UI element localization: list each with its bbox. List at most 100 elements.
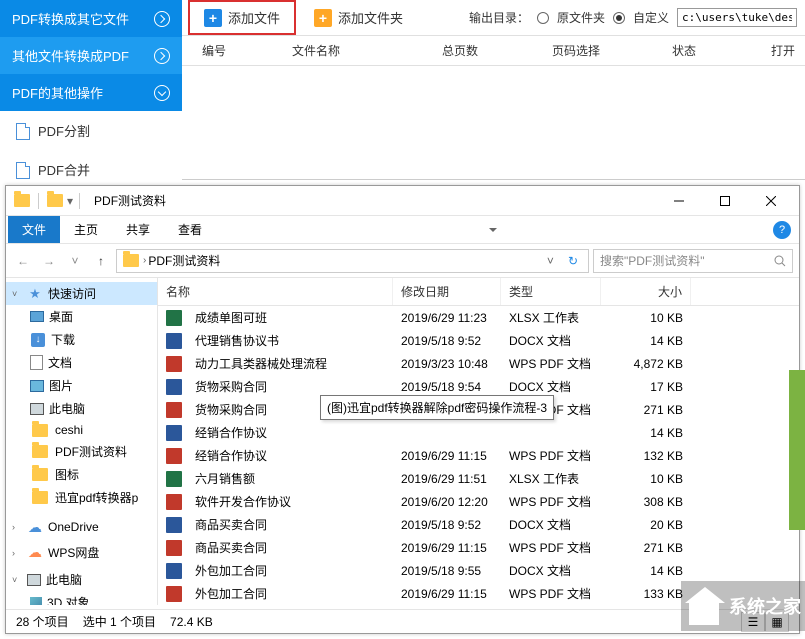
file-row[interactable]: 经销合作协议2019/6/29 11:15WPS PDF 文档132 KB bbox=[158, 444, 799, 467]
file-date: 2019/6/29 11:15 bbox=[393, 540, 501, 556]
tab-view[interactable]: 查看 bbox=[164, 216, 216, 243]
chevron-right-icon[interactable]: › bbox=[143, 255, 146, 266]
file-row[interactable]: 成绩单图可班2019/6/29 11:23XLSX 工作表10 KB bbox=[158, 306, 799, 329]
overflow-icon[interactable]: ▾ bbox=[67, 194, 73, 208]
ribbon-expand-icon[interactable] bbox=[489, 228, 497, 232]
close-button[interactable] bbox=[749, 187, 793, 215]
file-row[interactable]: 外包加工合同2019/5/18 9:55DOCX 文档14 KB bbox=[158, 559, 799, 582]
breadcrumb-bar[interactable]: › PDF测试资料 ˅ ↻ bbox=[116, 249, 589, 273]
maximize-button[interactable] bbox=[703, 187, 747, 215]
file-type: XLSX 工作表 bbox=[501, 469, 601, 488]
tree-icons[interactable]: 图标 bbox=[6, 463, 157, 486]
sub-pdf-split[interactable]: PDF分割 bbox=[0, 111, 182, 150]
tree-label: 下载 bbox=[51, 331, 75, 348]
file-name: 商品买卖合同 bbox=[187, 538, 275, 557]
pictures-icon bbox=[30, 380, 44, 392]
sub-pdf-merge[interactable]: PDF合并 bbox=[0, 150, 182, 189]
output-path-input[interactable] bbox=[677, 8, 797, 27]
header-pages: 总页数 bbox=[442, 42, 552, 59]
tree-3d-objects[interactable]: 3D 对象 bbox=[6, 591, 157, 605]
tab-file[interactable]: 文件 bbox=[8, 216, 60, 243]
separator bbox=[38, 193, 39, 209]
tree-wps[interactable]: ›WPS网盘 bbox=[6, 541, 157, 564]
tree-xunyi[interactable]: 迅宜pdf转换器p bbox=[6, 486, 157, 509]
file-date: 2019/5/18 9:52 bbox=[393, 333, 501, 349]
add-folder-button[interactable]: + 添加文件夹 bbox=[300, 2, 417, 33]
tree-onedrive[interactable]: ›OneDrive bbox=[6, 517, 157, 537]
folder-icon bbox=[32, 424, 48, 437]
file-name: 货物采购合同 bbox=[187, 377, 275, 396]
file-row[interactable]: 商品买卖合同2019/6/29 11:15WPS PDF 文档271 KB bbox=[158, 536, 799, 559]
expand-icon[interactable]: › bbox=[12, 548, 22, 558]
nav-other-to-pdf[interactable]: 其他文件转换成PDF bbox=[0, 37, 182, 74]
file-row[interactable]: 软件开发合作协议2019/6/20 12:20WPS PDF 文档308 KB bbox=[158, 490, 799, 513]
tab-share[interactable]: 共享 bbox=[112, 216, 164, 243]
breadcrumb-segment[interactable]: PDF测试资料 bbox=[148, 252, 220, 269]
refresh-button[interactable]: ↻ bbox=[562, 254, 584, 268]
expand-icon[interactable]: ˅ bbox=[12, 575, 22, 585]
file-name: 外包加工合同 bbox=[187, 584, 275, 603]
header-date[interactable]: 修改日期 bbox=[393, 278, 501, 305]
tree-label: 图标 bbox=[55, 466, 79, 483]
tree-ceshi[interactable]: ceshi bbox=[6, 420, 157, 440]
file-name: 经销合作协议 bbox=[187, 423, 275, 442]
dropdown-icon[interactable]: ˅ bbox=[541, 254, 560, 268]
file-date: 2019/6/29 11:15 bbox=[393, 448, 501, 464]
tree-this-pc-root[interactable]: ˅ 此电脑 bbox=[6, 568, 157, 591]
tree-quick-access[interactable]: ˅ 快速访问 bbox=[6, 282, 157, 305]
expand-icon[interactable]: ˅ bbox=[12, 289, 22, 299]
nav-recent-dropdown[interactable]: ˅ bbox=[64, 250, 86, 272]
star-icon bbox=[27, 287, 43, 301]
tree-label: 此电脑 bbox=[46, 571, 82, 588]
window-title: PDF测试资料 bbox=[94, 192, 166, 209]
file-date bbox=[393, 432, 501, 434]
nav-forward-button[interactable]: → bbox=[38, 250, 60, 272]
add-file-button[interactable]: + 添加文件 bbox=[188, 0, 296, 35]
expand-icon[interactable]: › bbox=[12, 522, 22, 532]
header-index: 编号 bbox=[182, 42, 292, 59]
file-row[interactable]: 代理销售协议书2019/5/18 9:52DOCX 文档14 KB bbox=[158, 329, 799, 352]
explorer-titlebar[interactable]: ▾ PDF测试资料 bbox=[6, 186, 799, 216]
chevron-right-icon bbox=[154, 48, 170, 64]
nav-label: PDF转换成其它文件 bbox=[12, 9, 129, 28]
file-row[interactable]: 经销合作协议14 KB bbox=[158, 421, 799, 444]
file-type-icon bbox=[166, 379, 182, 395]
radio-original-folder[interactable] bbox=[537, 12, 549, 24]
file-size: 308 KB bbox=[601, 494, 691, 510]
file-size: 271 KB bbox=[601, 402, 691, 418]
file-row[interactable]: 六月销售额2019/6/29 11:51XLSX 工作表10 KB bbox=[158, 467, 799, 490]
search-input[interactable]: 搜索"PDF测试资料" bbox=[593, 249, 793, 273]
minimize-button[interactable] bbox=[657, 187, 701, 215]
header-type[interactable]: 类型 bbox=[501, 278, 601, 305]
nav-pdf-to-other[interactable]: PDF转换成其它文件 bbox=[0, 0, 182, 37]
radio-custom[interactable] bbox=[613, 12, 625, 24]
help-icon[interactable] bbox=[773, 221, 791, 239]
navigation-tree[interactable]: ˅ 快速访问 桌面 下载 文档 图片 此电脑 ceshi PDF测试资料 图标 … bbox=[6, 278, 158, 605]
file-type: DOCX 文档 bbox=[501, 561, 601, 580]
tree-this-pc[interactable]: 此电脑 bbox=[6, 397, 157, 420]
tree-pictures[interactable]: 图片 bbox=[6, 374, 157, 397]
nav-up-button[interactable]: ↑ bbox=[90, 250, 112, 272]
tab-home[interactable]: 主页 bbox=[60, 216, 112, 243]
tree-pdf-test[interactable]: PDF测试资料 bbox=[6, 440, 157, 463]
file-list-headers: 名称 修改日期 类型 大小 bbox=[158, 278, 799, 306]
tree-downloads[interactable]: 下载 bbox=[6, 328, 157, 351]
tree-documents[interactable]: 文档 bbox=[6, 351, 157, 374]
file-row[interactable]: 动力工具类器械处理流程2019/3/23 10:48WPS PDF 文档4,87… bbox=[158, 352, 799, 375]
status-selected: 选中 1 个项目 bbox=[83, 613, 156, 630]
nav-pdf-other-ops[interactable]: PDF的其他操作 bbox=[0, 74, 182, 111]
header-size[interactable]: 大小 bbox=[601, 278, 691, 305]
tree-desktop[interactable]: 桌面 bbox=[6, 305, 157, 328]
header-filename: 文件名称 bbox=[292, 42, 442, 59]
file-row[interactable]: 商品买卖合同2019/5/18 9:52DOCX 文档20 KB bbox=[158, 513, 799, 536]
tree-label: 桌面 bbox=[49, 308, 73, 325]
file-name: 外包加工合同 bbox=[187, 561, 275, 580]
sub-label: PDF合并 bbox=[38, 160, 90, 179]
nav-back-button[interactable]: ← bbox=[12, 250, 34, 272]
document-icon bbox=[16, 162, 30, 178]
explorer-nav-bar: ← → ˅ ↑ › PDF测试资料 ˅ ↻ 搜索"PDF测试资料" bbox=[6, 244, 799, 278]
header-name[interactable]: 名称 bbox=[158, 278, 393, 305]
file-type-icon bbox=[166, 517, 182, 533]
sub-label: PDF分割 bbox=[38, 121, 90, 140]
tree-label: 文档 bbox=[48, 354, 72, 371]
